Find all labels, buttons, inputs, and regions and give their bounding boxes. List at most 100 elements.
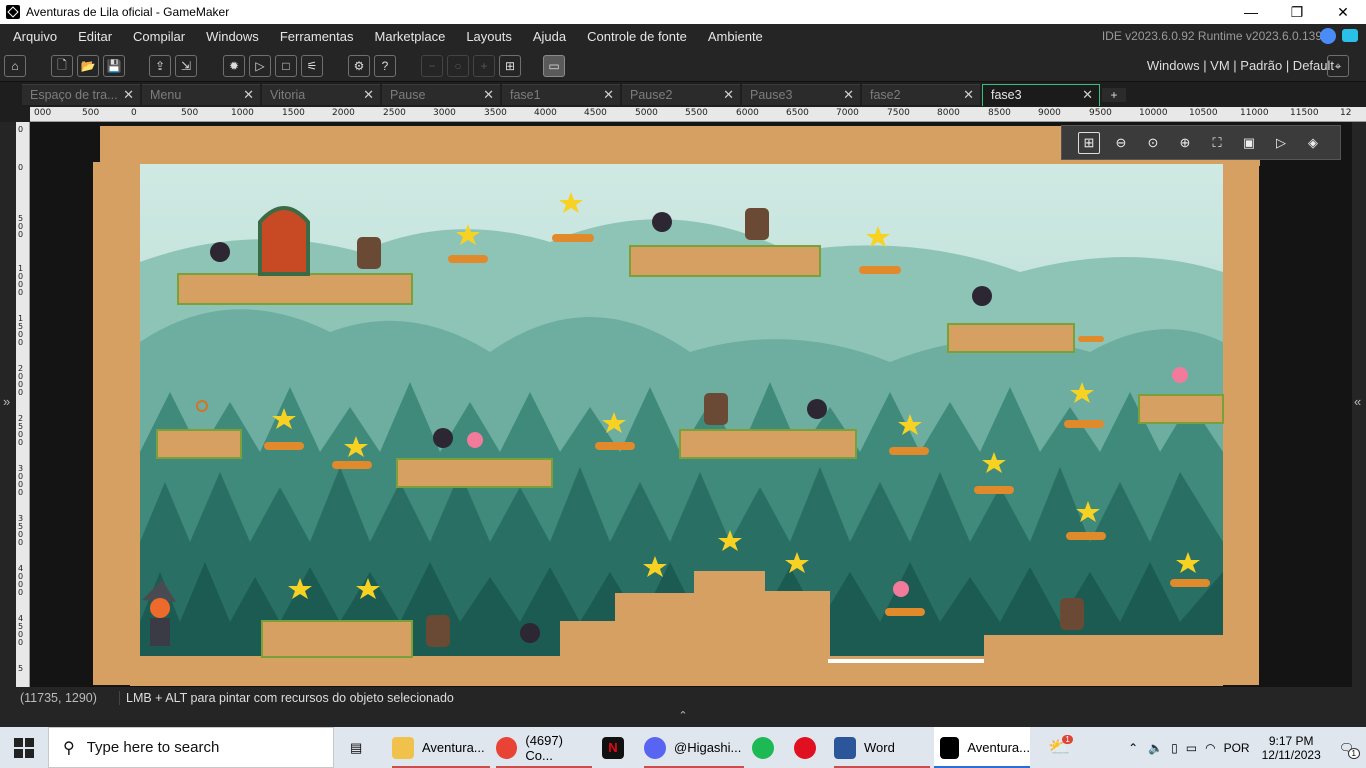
save-icon[interactable]: 💾 xyxy=(103,55,125,77)
tab-workspace[interactable]: Espaço de tra... ✕ xyxy=(22,84,140,105)
menu-ferramentas[interactable]: Ferramentas xyxy=(267,29,362,44)
new-project-icon[interactable]: 🗋 xyxy=(51,55,73,77)
maximize-button[interactable]: ❐ xyxy=(1274,0,1320,24)
coin-row[interactable] xyxy=(859,266,901,274)
monitor-icon[interactable]: ▭ xyxy=(543,55,565,77)
chat-icon[interactable] xyxy=(1342,29,1358,42)
add-tab-button[interactable]: + xyxy=(1102,88,1126,102)
coin-row[interactable] xyxy=(885,608,925,616)
tab-vitoria[interactable]: Vitoria ✕ xyxy=(262,84,380,105)
layout-icon[interactable]: ⊞ xyxy=(499,55,521,77)
create-executable-icon[interactable]: ⇪ xyxy=(149,55,171,77)
platform[interactable] xyxy=(1138,394,1224,424)
opera-icon[interactable] xyxy=(794,727,824,768)
menu-windows[interactable]: Windows xyxy=(193,29,267,44)
grid-toggle-icon[interactable]: ⊞ xyxy=(1078,131,1100,154)
expand-right-icon[interactable]: « xyxy=(1354,394,1361,409)
ghost-enemy[interactable] xyxy=(972,286,992,306)
platform[interactable] xyxy=(679,429,857,459)
coin-row[interactable] xyxy=(264,442,304,450)
tab-pause[interactable]: Pause ✕ xyxy=(382,84,500,105)
close-tab-icon[interactable]: ✕ xyxy=(1082,87,1093,103)
orc-enemy[interactable] xyxy=(704,393,728,425)
start-button[interactable] xyxy=(14,727,34,768)
menu-controle-de-fonte[interactable]: Controle de fonte xyxy=(574,29,695,44)
language-indicator[interactable]: POR xyxy=(1224,741,1250,755)
coin-row[interactable] xyxy=(1078,336,1104,342)
wifi-icon[interactable]: ◠ xyxy=(1205,741,1215,755)
close-tab-icon[interactable]: ✕ xyxy=(603,87,614,103)
notification-icon[interactable]: 🗨 1 xyxy=(1339,741,1360,759)
ghost-enemy[interactable] xyxy=(652,212,672,232)
account-icon[interactable] xyxy=(1320,28,1336,44)
clock[interactable]: 9:17 PM 12/11/2023 xyxy=(1262,734,1321,762)
coin-row[interactable] xyxy=(1170,579,1210,587)
zoom-out-icon[interactable]: ⊖ xyxy=(1110,132,1132,154)
run-icon[interactable]: ▷ xyxy=(249,55,271,77)
zoom-in-icon[interactable]: + xyxy=(473,55,495,77)
clean-icon[interactable]: ⚟ xyxy=(301,55,323,77)
close-tab-icon[interactable]: ✕ xyxy=(963,87,974,103)
help-icon[interactable]: ? xyxy=(374,55,396,77)
menu-ambiente[interactable]: Ambiente xyxy=(695,29,771,44)
coin-row[interactable] xyxy=(448,255,488,263)
platform[interactable] xyxy=(156,429,242,459)
orc-enemy[interactable] xyxy=(426,615,450,647)
battery-icon[interactable]: ▭ xyxy=(1186,741,1197,755)
close-tab-icon[interactable]: ✕ xyxy=(723,87,734,103)
package-icon[interactable]: ⇲ xyxy=(175,55,197,77)
volume-icon[interactable]: 🔈 xyxy=(1148,741,1163,755)
close-window-button[interactable]: ✕ xyxy=(1320,0,1366,24)
chevron-up-icon[interactable]: ⌃ xyxy=(678,710,687,722)
coin-row[interactable] xyxy=(889,447,929,455)
close-tab-icon[interactable]: ✕ xyxy=(483,87,494,103)
stop-icon[interactable]: □ xyxy=(275,55,297,77)
spotify-icon[interactable] xyxy=(752,727,782,768)
tab-pause2[interactable]: Pause2 ✕ xyxy=(622,84,740,105)
device-icon[interactable]: ▯ xyxy=(1171,741,1178,755)
zoom-out-icon[interactable]: − xyxy=(421,55,443,77)
frame-view-icon[interactable]: ▣ xyxy=(1238,132,1260,154)
ghost-enemy[interactable] xyxy=(210,242,230,262)
taskbar-search[interactable]: ⚲ Type here to search xyxy=(48,727,334,768)
ghost-enemy[interactable] xyxy=(433,428,453,448)
tab-fase3[interactable]: fase3 ✕ xyxy=(982,84,1100,106)
orc-enemy[interactable] xyxy=(1060,598,1084,630)
orc-enemy[interactable] xyxy=(357,237,381,269)
menu-layouts[interactable]: Layouts xyxy=(453,29,520,44)
game-options-icon[interactable]: ⚙ xyxy=(348,55,370,77)
platform[interactable] xyxy=(177,273,413,305)
bottom-dock-toggle[interactable]: ⌃ xyxy=(0,709,1366,727)
task-view-icon[interactable]: ▤ xyxy=(350,727,362,768)
minimize-button[interactable]: — xyxy=(1228,0,1274,24)
menu-arquivo[interactable]: Arquivo xyxy=(0,29,65,44)
open-project-icon[interactable]: 📂 xyxy=(77,55,99,77)
menu-ajuda[interactable]: Ajuda xyxy=(520,29,574,44)
close-tab-icon[interactable]: ✕ xyxy=(243,87,254,103)
ghost-enemy[interactable] xyxy=(807,399,827,419)
zoom-reset-icon[interactable]: ⊙ xyxy=(1142,132,1164,154)
taskbar-app-chrome[interactable]: (4697) Co... xyxy=(496,727,592,768)
coin-row[interactable] xyxy=(595,442,635,450)
layer-options-icon[interactable]: ◈ xyxy=(1302,132,1324,154)
tab-menu[interactable]: Menu ✕ xyxy=(142,84,260,105)
fit-view-icon[interactable]: ⛶ xyxy=(1206,132,1228,154)
menu-editar[interactable]: Editar xyxy=(65,29,120,44)
menu-marketplace[interactable]: Marketplace xyxy=(362,29,454,44)
target-options-icon[interactable]: ⌖ xyxy=(1327,55,1349,77)
heart-object[interactable] xyxy=(893,581,909,597)
play-room-icon[interactable]: ▷ xyxy=(1270,132,1292,154)
chevron-up-icon[interactable]: ⌃ xyxy=(1128,741,1138,755)
close-tab-icon[interactable]: ✕ xyxy=(123,87,134,103)
coin-row[interactable] xyxy=(974,486,1014,494)
door-object[interactable] xyxy=(258,206,310,276)
taskbar-app-gamemaker[interactable]: Aventura... xyxy=(934,727,1030,768)
orc-enemy[interactable] xyxy=(745,208,769,240)
close-tab-icon[interactable]: ✕ xyxy=(843,87,854,103)
coin-row[interactable] xyxy=(552,234,594,242)
taskbar-app-discord[interactable]: @Higashi... xyxy=(644,727,744,768)
target-selector[interactable]: Windows | VM | Padrão | Default xyxy=(1147,58,1334,73)
close-tab-icon[interactable]: ✕ xyxy=(363,87,374,103)
coin-row[interactable] xyxy=(1066,532,1106,540)
home-icon[interactable]: ⌂ xyxy=(4,55,26,77)
